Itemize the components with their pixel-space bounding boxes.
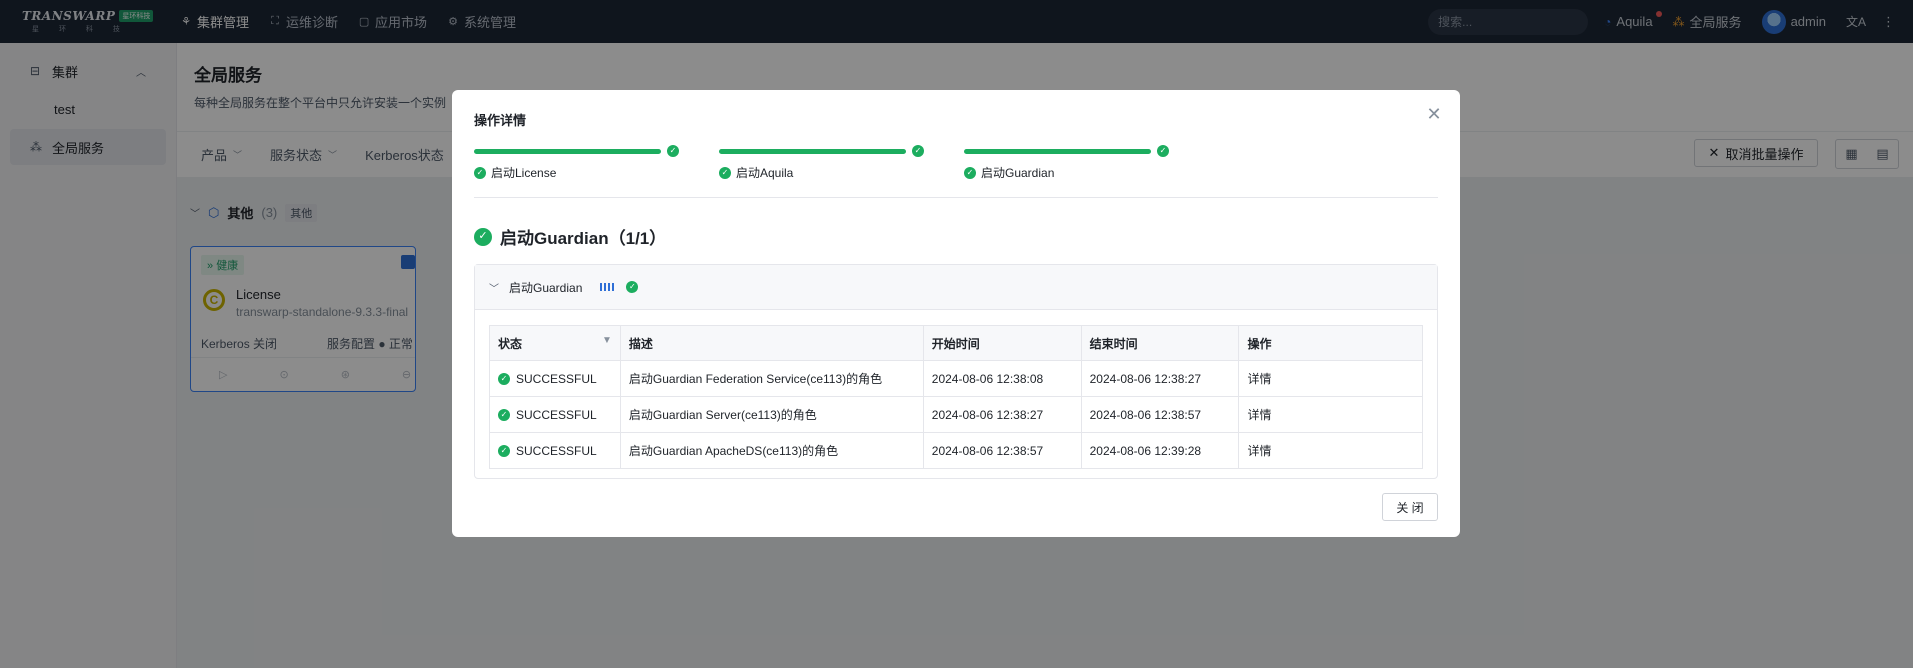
task-panel: ﹀ 启动Guardian ✓ 状态 ▼ 描述 开始时间 结束时间 操作 ✓ SU… <box>474 264 1438 479</box>
description-cell: 启动Guardian Server(ce113)的角色 <box>620 396 924 433</box>
end-time-cell: 2024-08-06 12:38:27 <box>1081 360 1240 397</box>
close-icon[interactable]: ✕ <box>1424 104 1444 124</box>
table-row: ✓ SUCCESSFUL 启动Guardian ApacheDS(ce113)的角… <box>489 432 1423 469</box>
status-cell: ✓ SUCCESSFUL <box>489 432 621 469</box>
check-circle-icon: ✓ <box>474 166 486 179</box>
step-label: 启动License <box>491 166 557 180</box>
step-label: 启动Guardian <box>981 166 1055 180</box>
step-guardian: ✓ ✓ 启动Guardian <box>964 145 1169 181</box>
section-title: ✓ 启动Guardian（1/1） <box>474 224 666 249</box>
section-title-text: 启动Guardian（1/1） <box>500 229 667 248</box>
details-link[interactable]: 详情 <box>1238 360 1423 397</box>
table-header-row: 状态 ▼ 描述 开始时间 结束时间 操作 <box>489 325 1423 361</box>
column-header-status: 状态 ▼ <box>489 325 621 361</box>
status-cell: ✓ SUCCESSFUL <box>489 360 621 397</box>
check-circle-icon: ✓ <box>474 227 492 246</box>
divider <box>474 197 1438 198</box>
check-circle-icon: ✓ <box>964 166 976 179</box>
check-circle-icon: ✓ <box>498 408 510 421</box>
start-time-cell: 2024-08-06 12:38:27 <box>923 396 1082 433</box>
status-cell: ✓ SUCCESSFUL <box>489 396 621 433</box>
step-license: ✓ ✓ 启动License <box>474 145 679 181</box>
table-row: ✓ SUCCESSFUL 启动Guardian Federation Servic… <box>489 360 1423 397</box>
column-header-description: 描述 <box>620 325 924 361</box>
task-header[interactable]: ﹀ 启动Guardian ✓ <box>475 265 1437 310</box>
chevron-down-icon: ﹀ <box>489 283 499 295</box>
operation-details-modal: 操作详情 ✕ ✓ ✓ 启动License ✓ ✓ 启动Aquila ✓ ✓ 启动… <box>452 90 1460 537</box>
step-progress-bar <box>474 148 661 154</box>
step-label: 启动Aquila <box>736 166 794 180</box>
column-header-end-time: 结束时间 <box>1081 325 1240 361</box>
step-progress-bar <box>964 148 1151 154</box>
check-circle-icon: ✓ <box>719 166 731 179</box>
filter-icon[interactable]: ▼ <box>602 335 612 346</box>
step-progress-bar <box>719 148 906 154</box>
check-circle-icon: ✓ <box>1157 145 1169 157</box>
check-circle-icon: ✓ <box>498 444 510 457</box>
end-time-cell: 2024-08-06 12:38:57 <box>1081 396 1240 433</box>
column-header-action: 操作 <box>1238 325 1423 361</box>
end-time-cell: 2024-08-06 12:39:28 <box>1081 432 1240 469</box>
task-name: 启动Guardian <box>509 280 583 295</box>
task-table: 状态 ▼ 描述 开始时间 结束时间 操作 ✓ SUCCESSFUL 启动Guard… <box>489 325 1423 469</box>
table-row: ✓ SUCCESSFUL 启动Guardian Server(ce113)的角色 … <box>489 396 1423 433</box>
column-header-start-time: 开始时间 <box>923 325 1082 361</box>
modal-title: 操作详情 <box>474 113 527 128</box>
close-button[interactable]: 关 闭 <box>1382 493 1438 521</box>
start-time-cell: 2024-08-06 12:38:57 <box>923 432 1082 469</box>
check-circle-icon: ✓ <box>626 281 639 293</box>
start-time-cell: 2024-08-06 12:38:08 <box>923 360 1082 397</box>
description-cell: 启动Guardian Federation Service(ce113)的角色 <box>620 360 924 397</box>
progress-steps: ✓ ✓ 启动License ✓ ✓ 启动Aquila ✓ ✓ 启动Guardia… <box>474 145 1169 181</box>
progress-indicator-icon <box>600 283 617 291</box>
details-link[interactable]: 详情 <box>1238 396 1423 433</box>
check-circle-icon: ✓ <box>667 145 679 157</box>
description-cell: 启动Guardian ApacheDS(ce113)的角色 <box>620 432 924 469</box>
details-link[interactable]: 详情 <box>1238 432 1423 469</box>
step-aquila: ✓ ✓ 启动Aquila <box>719 145 924 181</box>
check-circle-icon: ✓ <box>498 372 510 385</box>
check-circle-icon: ✓ <box>912 145 924 157</box>
